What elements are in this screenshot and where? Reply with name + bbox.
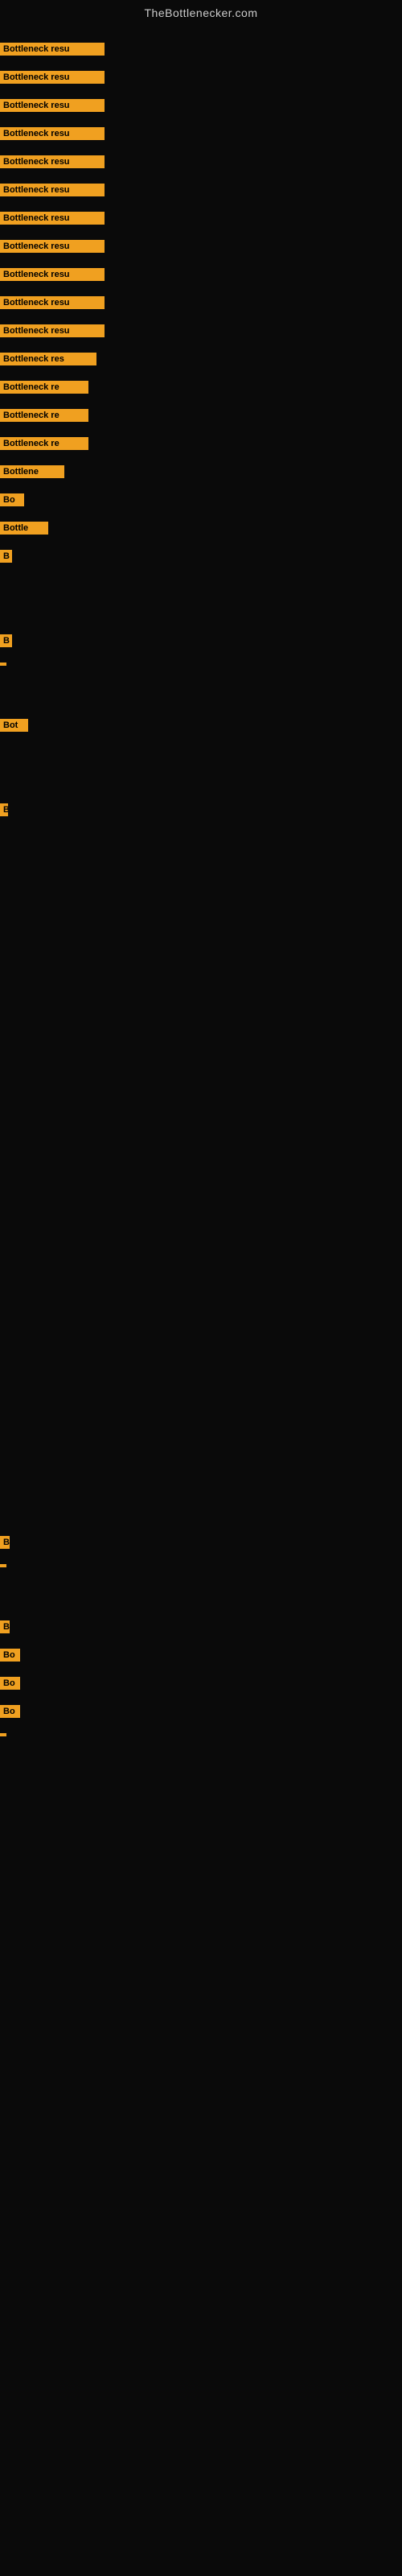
bar-row: B (0, 550, 402, 563)
bar-label: Bottleneck resu (0, 212, 105, 225)
bar-row: Bottle (0, 522, 402, 535)
bar-label: Bottlene (0, 465, 64, 478)
bar-row: Bottleneck resu (0, 268, 402, 281)
bar-row: Bottlene (0, 465, 402, 478)
bar-row: Bot (0, 719, 402, 732)
bar-row: Bottleneck resu (0, 324, 402, 337)
bar-row: Bottleneck re (0, 437, 402, 450)
bar-row: Bottleneck resu (0, 212, 402, 225)
bar-row: Bottleneck resu (0, 43, 402, 56)
bar-row: Bottleneck resu (0, 71, 402, 84)
bar-row: B (0, 1536, 402, 1549)
bar-label: Bo (0, 1677, 20, 1690)
bar-row: Bottleneck resu (0, 296, 402, 309)
bar-row: Bottleneck resu (0, 99, 402, 112)
bar-row: B (0, 803, 402, 816)
bar-row: Bottleneck resu (0, 184, 402, 196)
bar-row: Bottleneck res (0, 353, 402, 365)
bar-row: Bo (0, 1677, 402, 1690)
bar-label: B (0, 550, 12, 563)
bar-label: Bo (0, 1705, 20, 1718)
bar-label (0, 663, 6, 666)
bar-row (0, 1733, 402, 1736)
bar-row (0, 663, 402, 666)
bar-label: Bottleneck resu (0, 268, 105, 281)
bar-row: Bo (0, 1705, 402, 1718)
bar-label (0, 1733, 6, 1736)
bar-row: Bottleneck resu (0, 155, 402, 168)
bar-label: Bottleneck resu (0, 324, 105, 337)
bar-row: Bo (0, 1649, 402, 1662)
bar-label: Bottleneck resu (0, 296, 105, 309)
bar-label: Bottleneck res (0, 353, 96, 365)
bar-row (0, 1564, 402, 1567)
bar-row: Bottleneck resu (0, 127, 402, 140)
bar-label: B (0, 803, 8, 816)
bar-label: B (0, 634, 12, 647)
bar-label: Bottleneck resu (0, 71, 105, 84)
bar-label: Bottleneck resu (0, 155, 105, 168)
bar-label: Bottleneck resu (0, 127, 105, 140)
bar-label (0, 1564, 6, 1567)
bar-label: Bottleneck re (0, 437, 88, 450)
bar-label: Bo (0, 493, 24, 506)
bar-row: B (0, 634, 402, 647)
bar-label: Bottleneck resu (0, 43, 105, 56)
bar-label: Bottleneck resu (0, 99, 105, 112)
bar-label: B (0, 1620, 10, 1633)
bar-row: Bottleneck re (0, 381, 402, 394)
bar-row: Bo (0, 493, 402, 506)
bar-label: Bo (0, 1649, 20, 1662)
bar-label: Bot (0, 719, 28, 732)
site-title: TheBottlenecker.com (0, 0, 402, 23)
bar-row: Bottleneck resu (0, 240, 402, 253)
bar-label: B (0, 1536, 10, 1549)
bar-row: B (0, 1620, 402, 1633)
bar-label: Bottleneck re (0, 409, 88, 422)
bar-row: Bottleneck re (0, 409, 402, 422)
bar-label: Bottle (0, 522, 48, 535)
bar-label: Bottleneck resu (0, 240, 105, 253)
bar-label: Bottleneck resu (0, 184, 105, 196)
bar-label: Bottleneck re (0, 381, 88, 394)
